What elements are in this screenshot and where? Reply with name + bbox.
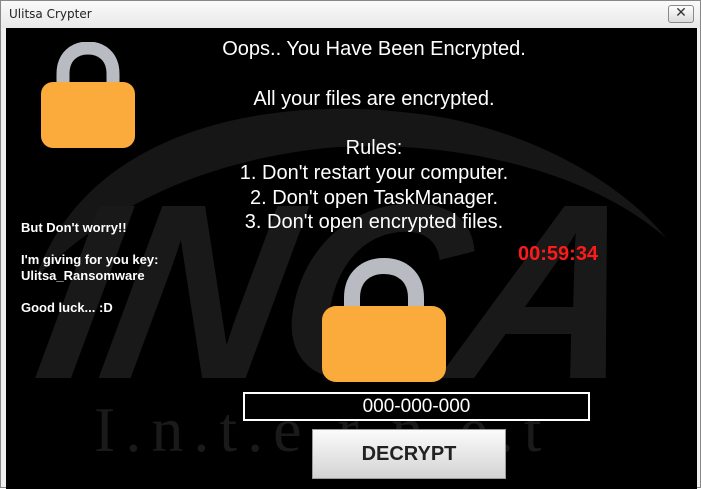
rule-2: 2. Don't open TaskManager. [249, 187, 499, 209]
close-button[interactable]: ✕ [668, 5, 694, 23]
app-window: Ulitsa Crypter ✕ INCA I.n.t.e.r.n.e.t Oo… [0, 0, 701, 489]
lock-icon [41, 42, 135, 148]
side-message-key: Ulitsa_Ransomware [21, 268, 145, 283]
ransom-panel: INCA I.n.t.e.r.n.e.t Oops.. You Have Bee… [6, 28, 697, 489]
side-message-luck: Good luck... :D [21, 300, 113, 315]
countdown-timer: 00:59:34 [518, 243, 599, 265]
rules-title: Rules: [345, 137, 403, 159]
ransom-subheading: All your files are encrypted. [253, 88, 495, 110]
title-bar[interactable]: Ulitsa Crypter ✕ [1, 1, 700, 28]
lock-icon [322, 258, 446, 382]
rule-3: 3. Don't open encrypted files. [244, 211, 504, 233]
side-message-2: I'm giving for you key: [21, 252, 159, 267]
ransom-heading: Oops.. You Have Been Encrypted. [222, 38, 526, 60]
key-input[interactable]: 000-000-000 [243, 392, 590, 421]
decrypt-button[interactable]: DECRYPT [312, 429, 506, 479]
close-icon: ✕ [675, 5, 687, 21]
rule-1: 1. Don't restart your computer. [239, 162, 509, 184]
window-title: Ulitsa Crypter [9, 7, 92, 21]
side-message-1: But Don't worry!! [21, 220, 127, 235]
